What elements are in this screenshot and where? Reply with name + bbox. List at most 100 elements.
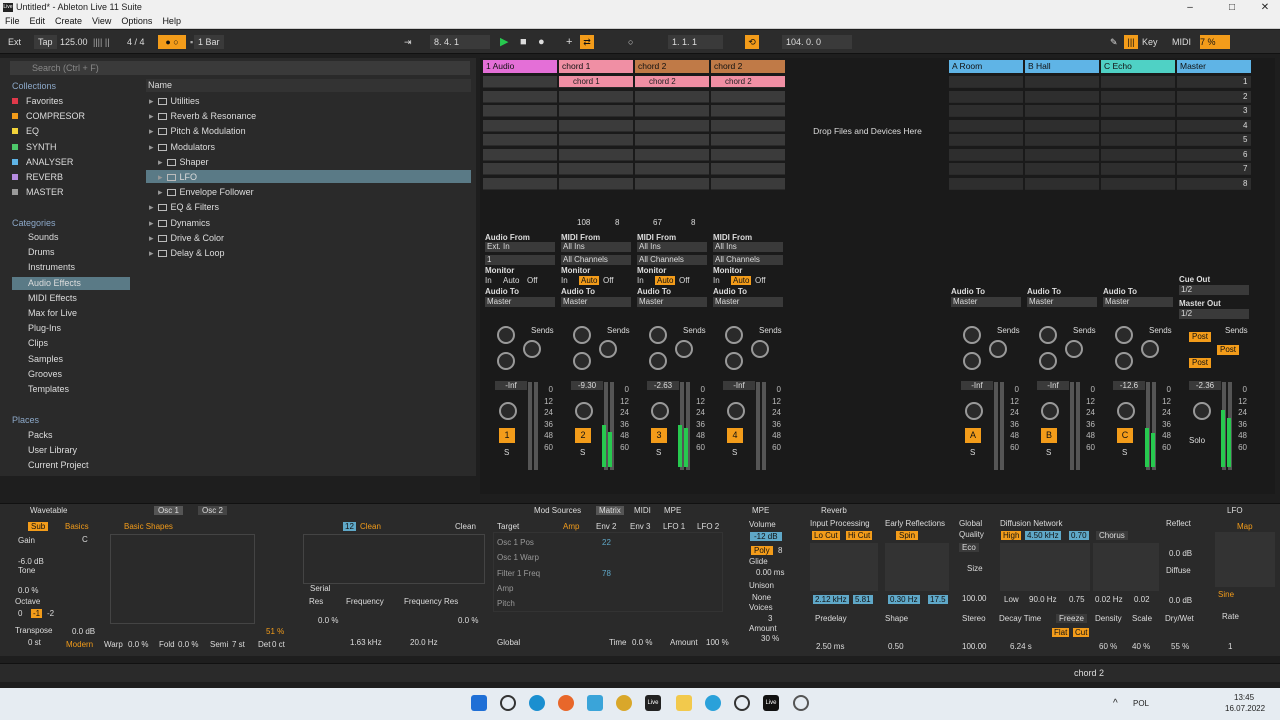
clock-time[interactable]: 13:45 [1234, 693, 1254, 702]
scene-number[interactable]: 6 [1243, 150, 1247, 159]
pan-knob[interactable] [1193, 402, 1211, 420]
post-button[interactable]: Post [1189, 358, 1212, 368]
settings-icon[interactable] [734, 695, 750, 711]
tree-item[interactable]: ▸ EQ & Filters [149, 200, 219, 214]
pan-knob[interactable] [727, 402, 745, 420]
audio-to-select[interactable]: Master [485, 297, 555, 307]
mod-matrix-grid[interactable] [493, 532, 723, 612]
cut-button[interactable]: Cut [1073, 628, 1090, 637]
clip-slot[interactable] [711, 90, 785, 103]
flat-button[interactable]: Flat [1052, 628, 1070, 637]
clip-slot[interactable] [635, 177, 709, 190]
warp-value[interactable]: 0.0 % [128, 640, 148, 649]
tree-item[interactable]: ▸ Dynamics [149, 216, 210, 230]
clip-slot[interactable] [711, 105, 785, 117]
post-button[interactable]: Post [1189, 332, 1212, 342]
menu-options[interactable]: Options [116, 15, 157, 27]
predelay-value[interactable]: 2.50 ms [816, 642, 844, 651]
tree-item[interactable]: ▸ LFO [158, 170, 197, 184]
send-c-knob[interactable] [649, 352, 667, 370]
input-channel-select[interactable]: All Channels [561, 255, 631, 265]
send-c-knob[interactable] [497, 352, 515, 370]
filter2-circuit-select[interactable]: Clean [455, 522, 476, 531]
dry-wet-value[interactable]: 55 % [1171, 642, 1189, 651]
metronome-button[interactable]: ● ○ [158, 35, 186, 49]
tree-item[interactable]: ▸ Utilities [149, 94, 200, 108]
automation-arm-icon[interactable]: ⇄ [580, 35, 594, 49]
monitor-off-button[interactable]: Off [755, 276, 766, 285]
tree-item[interactable]: ▸ Shaper [158, 155, 209, 169]
clip-slot[interactable] [559, 90, 633, 103]
high-button[interactable]: High [1001, 531, 1022, 540]
fold-value[interactable]: 0.0 % [178, 640, 198, 649]
send-a-knob[interactable] [1039, 326, 1057, 344]
tree-item[interactable]: ▸ Modulators [149, 140, 215, 154]
explorer-icon[interactable] [676, 695, 692, 711]
reverb-title[interactable]: Reverb [821, 506, 847, 515]
wavetable-title[interactable]: Wavetable [30, 506, 68, 515]
volume-value[interactable]: -12.6 [1113, 381, 1145, 390]
clip-slot[interactable] [635, 90, 709, 103]
firefox-icon[interactable] [558, 695, 574, 711]
track-activator-button[interactable]: C [1117, 428, 1133, 443]
category-max-for-live[interactable]: Max for Live [12, 307, 77, 320]
hi-cut-value[interactable]: 5.81 [853, 595, 873, 604]
scene-number[interactable]: 3 [1243, 106, 1247, 115]
send-b-knob[interactable] [599, 340, 617, 358]
collection-item[interactable]: MASTER [12, 186, 64, 199]
monitor-in-button[interactable]: In [637, 276, 644, 285]
send-c-knob[interactable] [963, 352, 981, 370]
low-freq-value[interactable]: 90.0 Hz [1029, 595, 1057, 604]
master-out-select[interactable]: 1/2 [1179, 309, 1249, 319]
shape-value[interactable]: 0.50 [888, 642, 904, 651]
res2-value[interactable]: 0.0 % [458, 616, 478, 625]
scene-number[interactable]: 5 [1243, 135, 1247, 144]
pan-knob[interactable] [1117, 402, 1135, 420]
expand-arrow-icon[interactable]: ▸ [149, 248, 154, 258]
record-icon[interactable]: ● [538, 35, 545, 49]
osc2-tab[interactable]: Osc 2 [198, 506, 227, 515]
basics-select[interactable]: Basics [65, 522, 89, 531]
tree-item[interactable]: ▸ Delay & Loop [149, 246, 225, 260]
quantize-select[interactable]: 1 Bar [194, 35, 224, 49]
live-active-icon[interactable]: Live [763, 695, 779, 711]
tree-item[interactable]: ▸ Envelope Follower [158, 185, 254, 199]
send-b-knob[interactable] [523, 340, 541, 358]
place-user-library[interactable]: User Library [12, 444, 77, 457]
tap-tempo-button[interactable]: Tap [34, 35, 57, 49]
search-input[interactable]: Search (Ctrl + F) [10, 61, 470, 75]
clip-slot[interactable] [559, 119, 633, 132]
return-track-header[interactable]: A Room [949, 60, 1023, 73]
send-b-knob[interactable] [989, 340, 1007, 358]
high-q-value[interactable]: 0.70 [1069, 531, 1089, 540]
capture-icon[interactable]: ○ [628, 35, 633, 49]
category-midi-effects[interactable]: MIDI Effects [12, 292, 77, 305]
monitor-auto-button[interactable]: Auto [503, 276, 519, 285]
send-c-knob[interactable] [1115, 352, 1133, 370]
det-value[interactable]: 0 ct [272, 640, 285, 649]
lfo-rate-value[interactable]: 1 [1228, 642, 1232, 651]
clip-slot[interactable] [483, 105, 557, 117]
early-reflections-display[interactable] [885, 543, 949, 591]
audio-to-select[interactable]: Master [637, 297, 707, 307]
menu-help[interactable]: Help [157, 15, 186, 27]
clip-slot[interactable] [711, 163, 785, 175]
voices-value[interactable]: 3 [768, 614, 772, 623]
audio-to-select[interactable]: Master [713, 297, 783, 307]
midi-map-button[interactable]: MIDI [1172, 35, 1191, 49]
key-map-icon[interactable]: ||| [1124, 35, 1138, 49]
track-header[interactable]: chord 2 [635, 60, 709, 73]
input-channel-select[interactable]: All Channels [713, 255, 783, 265]
scene-number[interactable]: 2 [1243, 92, 1247, 101]
send-a-knob[interactable] [649, 326, 667, 344]
clip-slot[interactable] [559, 163, 633, 175]
collection-item[interactable]: ANALYSER [12, 156, 73, 169]
clip-slot[interactable] [483, 76, 557, 88]
decay-time-value[interactable]: 6.24 s [1010, 642, 1032, 651]
monitor-off-button[interactable]: Off [603, 276, 614, 285]
frequency-value[interactable]: 1.63 kHz [350, 638, 382, 647]
send-a-knob[interactable] [725, 326, 743, 344]
monitor-off-button[interactable]: Off [679, 276, 690, 285]
pan-knob[interactable] [499, 402, 517, 420]
monitor-in-button[interactable]: In [561, 276, 568, 285]
